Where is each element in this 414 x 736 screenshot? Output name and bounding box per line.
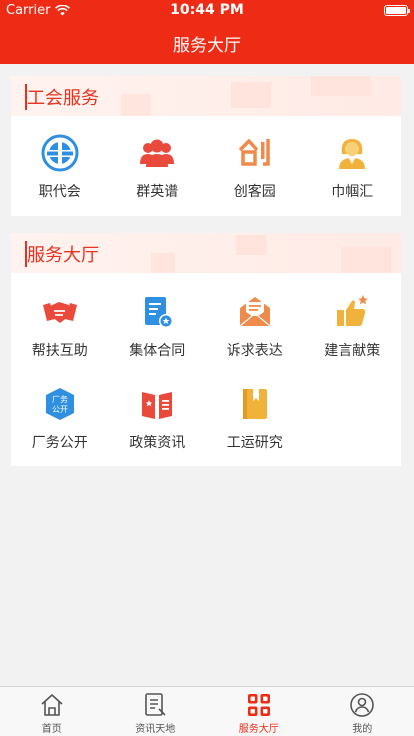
service-item-qunyingpu[interactable]: 群英谱 bbox=[109, 134, 207, 201]
tab-profile[interactable]: 我的 bbox=[311, 692, 414, 735]
union-logo-icon bbox=[41, 134, 79, 172]
group-people-icon bbox=[140, 139, 175, 167]
service-label: 政策资讯 bbox=[129, 435, 186, 451]
user-profile-icon bbox=[350, 693, 375, 717]
service-label: 职代会 bbox=[38, 184, 81, 200]
service-label: 群英谱 bbox=[136, 184, 179, 200]
service-item-chuangkeyuan[interactable]: 创客园 bbox=[206, 134, 304, 201]
tab-label: 我的 bbox=[352, 724, 373, 735]
section-header: 服务大厅 bbox=[11, 233, 401, 273]
service-hall-card: 服务大厅 帮扶互助 集体合同 诉求表达 建言献策 厂务 公开 厂务公开 政策资讯… bbox=[11, 233, 401, 466]
news-document-icon bbox=[145, 693, 166, 716]
service-item-changwu[interactable]: 厂务 公开 厂务公开 bbox=[11, 385, 109, 452]
service-label: 工运研究 bbox=[226, 435, 283, 451]
service-item-zhidaihui[interactable]: 职代会 bbox=[11, 134, 109, 201]
service-item-jinguohui[interactable]: 巾帼汇 bbox=[304, 134, 402, 201]
service-label: 诉求表达 bbox=[226, 343, 283, 359]
service-grid-icon bbox=[247, 694, 270, 716]
research-book-icon bbox=[242, 389, 267, 419]
home-icon bbox=[41, 694, 63, 716]
service-label: 建言献策 bbox=[324, 343, 381, 359]
service-label: 集体合同 bbox=[129, 343, 186, 359]
status-bar: Carrier 10:44 PM bbox=[0, 0, 414, 20]
handshake-icon bbox=[42, 302, 77, 323]
tab-label: 资讯天地 bbox=[135, 724, 176, 735]
svg-text:厂务: 厂务 bbox=[52, 394, 68, 404]
thumbs-up-icon bbox=[337, 295, 369, 326]
open-envelope-icon bbox=[239, 297, 271, 327]
service-item-bangfu[interactable]: 帮扶互助 bbox=[11, 293, 109, 360]
chuang-character-icon bbox=[238, 139, 270, 166]
policy-book-icon bbox=[142, 392, 173, 419]
contract-document-icon bbox=[145, 297, 174, 328]
tab-news[interactable]: 资讯天地 bbox=[104, 692, 208, 735]
service-label: 厂务公开 bbox=[31, 435, 88, 451]
union-services-card: 工会服务 职代会 群英谱 创客园 巾帼汇 bbox=[11, 76, 401, 216]
tab-service-hall[interactable]: 服务大厅 bbox=[207, 692, 311, 735]
tab-home[interactable]: 首页 bbox=[0, 692, 104, 735]
section-title: 服务大厅 bbox=[25, 241, 99, 267]
service-label: 巾帼汇 bbox=[331, 184, 374, 200]
tab-label: 首页 bbox=[41, 724, 62, 735]
svg-text:公开: 公开 bbox=[52, 405, 68, 414]
bottom-tab-bar: 首页 资讯天地 服务大厅 我的 bbox=[0, 686, 414, 736]
page-title: 服务大厅 bbox=[173, 36, 241, 56]
service-label: 帮扶互助 bbox=[31, 343, 88, 359]
battery-icon bbox=[384, 5, 410, 16]
app-header: Carrier 10:44 PM 服务大厅 bbox=[0, 0, 414, 64]
service-item-gongyun[interactable]: 工运研究 bbox=[206, 385, 304, 452]
section-title: 工会服务 bbox=[25, 84, 99, 110]
section-header: 工会服务 bbox=[11, 76, 401, 116]
service-item-jianyan[interactable]: 建言献策 bbox=[304, 293, 402, 360]
service-item-jitihetong[interactable]: 集体合同 bbox=[109, 293, 207, 360]
service-item-suqiu[interactable]: 诉求表达 bbox=[206, 293, 304, 360]
service-item-zhengce[interactable]: 政策资讯 bbox=[109, 385, 207, 452]
tab-label: 服务大厅 bbox=[238, 724, 279, 735]
status-time: 10:44 PM bbox=[170, 2, 244, 18]
woman-icon bbox=[339, 139, 366, 169]
factory-affairs-badge-icon: 厂务 公开 bbox=[45, 388, 74, 420]
service-label: 创客园 bbox=[233, 184, 276, 200]
